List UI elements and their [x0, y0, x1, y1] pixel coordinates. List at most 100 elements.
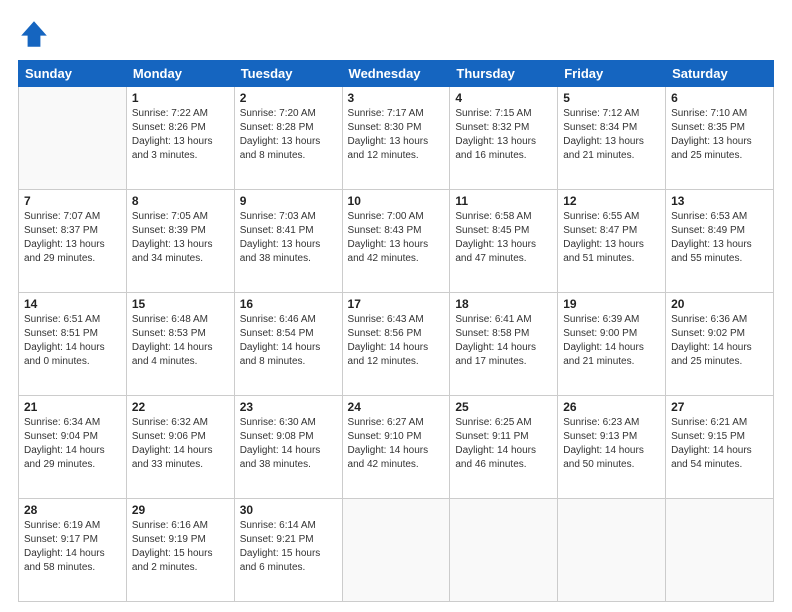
day-info: Sunrise: 7:15 AM Sunset: 8:32 PM Dayligh… — [455, 107, 552, 163]
day-cell: 12 Sunrise: 6:55 AM Sunset: 8:47 PM Dayli… — [558, 190, 666, 293]
day-cell: 25 Sunrise: 6:25 AM Sunset: 9:11 PM Dayli… — [450, 396, 558, 499]
day-number: 13 — [671, 194, 768, 208]
page: SundayMondayTuesdayWednesdayThursdayFrid… — [0, 0, 792, 612]
day-cell: 23 Sunrise: 6:30 AM Sunset: 9:08 PM Dayli… — [234, 396, 342, 499]
day-info: Sunrise: 6:21 AM Sunset: 9:15 PM Dayligh… — [671, 416, 768, 472]
day-number: 25 — [455, 400, 552, 414]
day-number: 16 — [240, 297, 337, 311]
day-cell: 5 Sunrise: 7:12 AM Sunset: 8:34 PM Daylig… — [558, 87, 666, 190]
day-cell — [558, 499, 666, 602]
day-number: 8 — [132, 194, 229, 208]
day-cell: 7 Sunrise: 7:07 AM Sunset: 8:37 PM Daylig… — [19, 190, 127, 293]
header — [18, 18, 774, 50]
day-cell: 19Sunrise: 6:39 AM Sunset: 9:00 PM Dayli… — [558, 293, 666, 396]
day-info: Sunrise: 7:20 AM Sunset: 8:28 PM Dayligh… — [240, 107, 337, 163]
day-cell: 9Sunrise: 7:03 AM Sunset: 8:41 PM Daylig… — [234, 190, 342, 293]
day-cell: 10 Sunrise: 7:00 AM Sunset: 8:43 PM Dayli… — [342, 190, 450, 293]
day-number: 12 — [563, 194, 660, 208]
day-info: Sunrise: 6:58 AM Sunset: 8:45 PM Dayligh… — [455, 210, 552, 266]
day-cell: 22 Sunrise: 6:32 AM Sunset: 9:06 PM Dayli… — [126, 396, 234, 499]
day-cell: 2 Sunrise: 7:20 AM Sunset: 8:28 PM Daylig… — [234, 87, 342, 190]
day-info: Sunrise: 6:55 AM Sunset: 8:47 PM Dayligh… — [563, 210, 660, 266]
week-row-5: 28 Sunrise: 6:19 AM Sunset: 9:17 PM Dayli… — [19, 499, 774, 602]
col-header-sunday: Sunday — [19, 61, 127, 87]
week-row-3: 14 Sunrise: 6:51 AM Sunset: 8:51 PM Dayli… — [19, 293, 774, 396]
day-info: Sunrise: 6:14 AM Sunset: 9:21 PM Dayligh… — [240, 519, 337, 575]
logo-icon — [18, 18, 50, 50]
day-info: Sunrise: 7:00 AM Sunset: 8:43 PM Dayligh… — [348, 210, 445, 266]
day-number: 29 — [132, 503, 229, 517]
day-number: 22 — [132, 400, 229, 414]
day-number: 14 — [24, 297, 121, 311]
header-row: SundayMondayTuesdayWednesdayThursdayFrid… — [19, 61, 774, 87]
day-info: Sunrise: 7:07 AM Sunset: 8:37 PM Dayligh… — [24, 210, 121, 266]
day-cell: 17 Sunrise: 6:43 AM Sunset: 8:56 PM Dayli… — [342, 293, 450, 396]
day-cell: 29 Sunrise: 6:16 AM Sunset: 9:19 PM Dayli… — [126, 499, 234, 602]
day-info: Sunrise: 6:41 AM Sunset: 8:58 PM Dayligh… — [455, 313, 552, 369]
day-info: Sunrise: 6:32 AM Sunset: 9:06 PM Dayligh… — [132, 416, 229, 472]
day-number: 19 — [563, 297, 660, 311]
day-number: 1 — [132, 91, 229, 105]
day-info: Sunrise: 7:10 AM Sunset: 8:35 PM Dayligh… — [671, 107, 768, 163]
day-number: 21 — [24, 400, 121, 414]
day-info: Sunrise: 7:12 AM Sunset: 8:34 PM Dayligh… — [563, 107, 660, 163]
day-info: Sunrise: 6:51 AM Sunset: 8:51 PM Dayligh… — [24, 313, 121, 369]
day-cell: 21Sunrise: 6:34 AM Sunset: 9:04 PM Dayli… — [19, 396, 127, 499]
day-cell: 1 Sunrise: 7:22 AM Sunset: 8:26 PM Daylig… — [126, 87, 234, 190]
day-cell — [666, 499, 774, 602]
day-info: Sunrise: 6:25 AM Sunset: 9:11 PM Dayligh… — [455, 416, 552, 472]
day-number: 2 — [240, 91, 337, 105]
day-info: Sunrise: 6:19 AM Sunset: 9:17 PM Dayligh… — [24, 519, 121, 575]
day-cell — [342, 499, 450, 602]
day-info: Sunrise: 6:36 AM Sunset: 9:02 PM Dayligh… — [671, 313, 768, 369]
day-number: 10 — [348, 194, 445, 208]
day-cell: 15 Sunrise: 6:48 AM Sunset: 8:53 PM Dayli… — [126, 293, 234, 396]
day-cell — [19, 87, 127, 190]
day-info: Sunrise: 6:16 AM Sunset: 9:19 PM Dayligh… — [132, 519, 229, 575]
day-number: 18 — [455, 297, 552, 311]
day-number: 7 — [24, 194, 121, 208]
day-cell: 16 Sunrise: 6:46 AM Sunset: 8:54 PM Dayli… — [234, 293, 342, 396]
day-number: 4 — [455, 91, 552, 105]
week-row-1: 1 Sunrise: 7:22 AM Sunset: 8:26 PM Daylig… — [19, 87, 774, 190]
logo — [18, 18, 54, 50]
day-info: Sunrise: 7:05 AM Sunset: 8:39 PM Dayligh… — [132, 210, 229, 266]
day-number: 6 — [671, 91, 768, 105]
day-number: 17 — [348, 297, 445, 311]
day-number: 15 — [132, 297, 229, 311]
day-cell: 11 Sunrise: 6:58 AM Sunset: 8:45 PM Dayli… — [450, 190, 558, 293]
day-cell: 30 Sunrise: 6:14 AM Sunset: 9:21 PM Dayli… — [234, 499, 342, 602]
day-number: 26 — [563, 400, 660, 414]
day-number: 11 — [455, 194, 552, 208]
day-info: Sunrise: 6:48 AM Sunset: 8:53 PM Dayligh… — [132, 313, 229, 369]
day-number: 3 — [348, 91, 445, 105]
day-cell: 24Sunrise: 6:27 AM Sunset: 9:10 PM Dayli… — [342, 396, 450, 499]
col-header-friday: Friday — [558, 61, 666, 87]
day-cell: 18 Sunrise: 6:41 AM Sunset: 8:58 PM Dayli… — [450, 293, 558, 396]
day-cell: 27Sunrise: 6:21 AM Sunset: 9:15 PM Dayli… — [666, 396, 774, 499]
day-cell — [450, 499, 558, 602]
day-number: 30 — [240, 503, 337, 517]
day-cell: 14 Sunrise: 6:51 AM Sunset: 8:51 PM Dayli… — [19, 293, 127, 396]
day-number: 24 — [348, 400, 445, 414]
col-header-wednesday: Wednesday — [342, 61, 450, 87]
day-number: 23 — [240, 400, 337, 414]
day-number: 20 — [671, 297, 768, 311]
day-cell: 3Sunrise: 7:17 AM Sunset: 8:30 PM Daylig… — [342, 87, 450, 190]
col-header-saturday: Saturday — [666, 61, 774, 87]
day-cell: 6 Sunrise: 7:10 AM Sunset: 8:35 PM Daylig… — [666, 87, 774, 190]
day-cell: 20 Sunrise: 6:36 AM Sunset: 9:02 PM Dayli… — [666, 293, 774, 396]
day-cell: 26Sunrise: 6:23 AM Sunset: 9:13 PM Dayli… — [558, 396, 666, 499]
day-cell: 8 Sunrise: 7:05 AM Sunset: 8:39 PM Daylig… — [126, 190, 234, 293]
week-row-2: 7 Sunrise: 7:07 AM Sunset: 8:37 PM Daylig… — [19, 190, 774, 293]
day-cell: 4 Sunrise: 7:15 AM Sunset: 8:32 PM Daylig… — [450, 87, 558, 190]
day-info: Sunrise: 6:43 AM Sunset: 8:56 PM Dayligh… — [348, 313, 445, 369]
day-info: Sunrise: 7:22 AM Sunset: 8:26 PM Dayligh… — [132, 107, 229, 163]
day-number: 5 — [563, 91, 660, 105]
week-row-4: 21Sunrise: 6:34 AM Sunset: 9:04 PM Dayli… — [19, 396, 774, 499]
day-number: 28 — [24, 503, 121, 517]
day-info: Sunrise: 6:46 AM Sunset: 8:54 PM Dayligh… — [240, 313, 337, 369]
day-cell: 13Sunrise: 6:53 AM Sunset: 8:49 PM Dayli… — [666, 190, 774, 293]
col-header-tuesday: Tuesday — [234, 61, 342, 87]
day-info: Sunrise: 6:30 AM Sunset: 9:08 PM Dayligh… — [240, 416, 337, 472]
